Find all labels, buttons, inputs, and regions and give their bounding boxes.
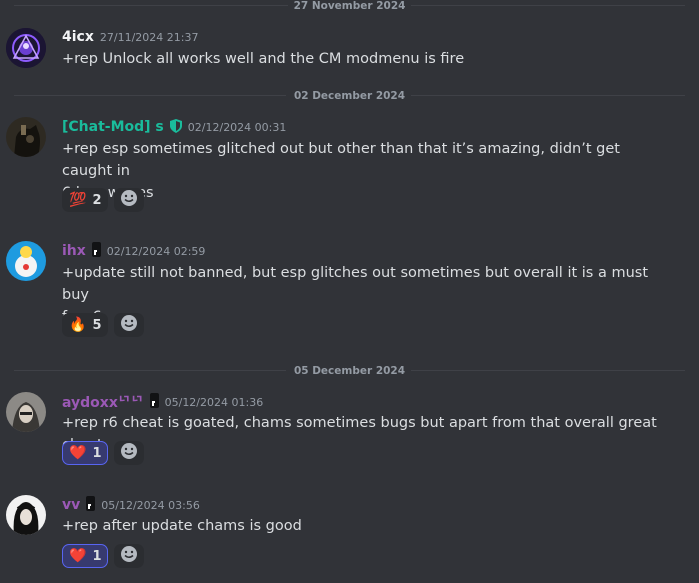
reactions: ❤️ 1	[62, 441, 145, 465]
add-reaction-button[interactable]	[114, 544, 145, 568]
message-line: 6 ban waves	[62, 182, 662, 204]
reaction-count: 1	[92, 548, 102, 564]
username[interactable]: vv	[62, 497, 80, 513]
smiley-icon	[120, 189, 138, 211]
message-header: 4icx 27/11/2024 21:37	[62, 27, 198, 47]
date-divider-label: 27 November 2024	[287, 0, 412, 12]
avatar[interactable]	[6, 392, 46, 432]
message-header: ihx 02/12/2024 02:59	[62, 241, 205, 261]
message-line: for r6	[62, 306, 662, 328]
date-divider: 05 December 2024	[0, 364, 699, 378]
username[interactable]: aydoxxᄓᄓ	[62, 392, 144, 412]
add-reaction-button[interactable]	[114, 313, 145, 337]
message-content: +update still not banned, but esp glitch…	[62, 262, 662, 328]
hundred-icon: 💯	[69, 192, 87, 208]
message-content: +rep r6 cheat is goated, chams sometimes…	[62, 412, 662, 456]
card-badge-icon	[86, 495, 96, 515]
date-divider: 02 December 2024	[0, 89, 699, 103]
message-line: +rep esp sometimes glitched out but othe…	[62, 141, 620, 179]
timestamp[interactable]: 02/12/2024 00:31	[188, 121, 287, 134]
timestamp[interactable]: 02/12/2024 02:59	[107, 245, 206, 258]
smiley-icon	[120, 314, 138, 336]
message-header: aydoxxᄓᄓ 05/12/2024 01:36	[62, 392, 263, 412]
reaction-heart[interactable]: ❤️ 1	[62, 441, 109, 465]
add-reaction-button[interactable]	[114, 188, 145, 212]
reaction-count: 5	[92, 317, 102, 333]
reaction-count: 2	[92, 192, 102, 208]
avatar[interactable]	[6, 495, 46, 535]
message-content: +rep after update chams is good	[62, 515, 662, 537]
avatar[interactable]	[6, 241, 46, 281]
message-line: +rep Unlock all works well and the CM mo…	[62, 51, 465, 67]
message-line: +rep after update chams is good	[62, 518, 302, 534]
timestamp[interactable]: 05/12/2024 01:36	[165, 396, 264, 409]
card-badge-icon	[91, 241, 101, 261]
avatar[interactable]	[6, 28, 46, 68]
message-header: vv 05/12/2024 03:56	[62, 495, 200, 515]
avatar[interactable]	[6, 117, 46, 157]
message-header: [Chat-Mod] s 02/12/2024 00:31	[62, 117, 286, 137]
date-divider: 27 November 2024	[0, 0, 699, 13]
heart-icon: ❤️	[69, 445, 87, 461]
message-line: +rep r6 cheat is goated, chams sometimes…	[62, 415, 657, 453]
username[interactable]: [Chat-Mod] s	[62, 119, 164, 135]
reactions: 💯 2	[62, 188, 145, 212]
timestamp[interactable]: 05/12/2024 03:56	[101, 499, 200, 512]
add-reaction-button[interactable]	[114, 441, 145, 465]
message-line: +update still not banned, but esp glitch…	[62, 265, 649, 303]
date-divider-label: 05 December 2024	[287, 365, 412, 377]
reaction-fire[interactable]: 🔥 5	[62, 313, 109, 337]
date-divider-label: 02 December 2024	[287, 90, 412, 102]
shield-icon	[169, 118, 182, 137]
smiley-icon	[120, 545, 138, 567]
username[interactable]: 4icx	[62, 29, 94, 45]
reactions: ❤️ 1	[62, 544, 145, 568]
heart-icon: ❤️	[69, 548, 87, 564]
reaction-heart[interactable]: ❤️ 1	[62, 544, 109, 568]
reaction-count: 1	[92, 445, 102, 461]
card-badge-icon	[149, 392, 159, 412]
timestamp[interactable]: 27/11/2024 21:37	[100, 31, 199, 44]
username[interactable]: ihx	[62, 243, 86, 259]
message-content: +rep esp sometimes glitched out but othe…	[62, 138, 662, 204]
reactions: 🔥 5	[62, 313, 145, 337]
smiley-icon	[120, 442, 138, 464]
message-content: +rep Unlock all works well and the CM mo…	[62, 48, 662, 70]
fire-icon: 🔥	[69, 317, 87, 333]
reaction-hundred[interactable]: 💯 2	[62, 188, 109, 212]
